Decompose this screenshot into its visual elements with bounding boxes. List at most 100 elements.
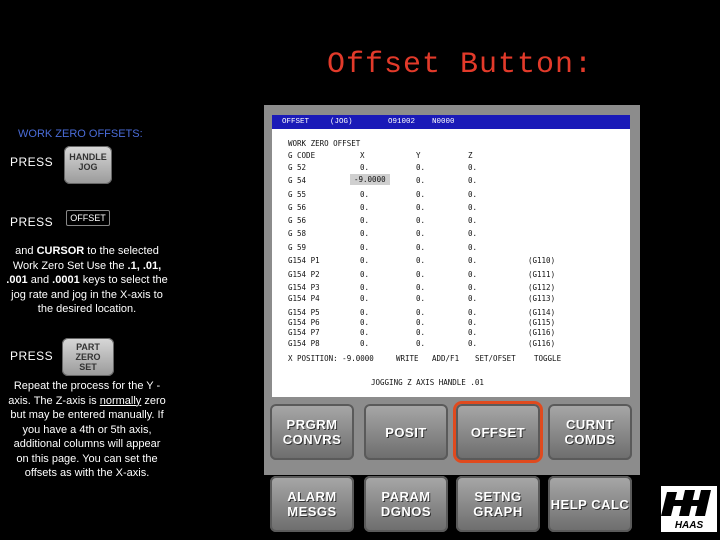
alarm-mesgs-button[interactable]: ALARM MESGS bbox=[270, 476, 354, 532]
offset-cell-y[interactable]: 0. bbox=[416, 243, 425, 252]
offset-cell-y[interactable]: 0. bbox=[416, 229, 425, 238]
offset-cell-code: G154 P6 bbox=[288, 318, 320, 327]
offset-cell-z[interactable]: 0. bbox=[468, 216, 477, 225]
offset-cell-z[interactable]: 0. bbox=[468, 283, 477, 292]
program-number: O91002 bbox=[388, 118, 416, 126]
mode-label: OFFSET bbox=[282, 118, 310, 126]
offset-cell-y[interactable]: 0. bbox=[416, 308, 425, 317]
offset-cell-z[interactable]: 0. bbox=[468, 190, 477, 199]
offset-cell-code: G 59 bbox=[288, 243, 307, 252]
offset-cell-note: (G113) bbox=[528, 294, 556, 303]
offset-cell-x[interactable]: 0. bbox=[360, 308, 369, 317]
offset-cell-z[interactable]: 0. bbox=[468, 294, 477, 303]
repeat-instructions: Repeat the process for the Y -axis. The … bbox=[8, 380, 166, 479]
offset-cell-y[interactable]: 0. bbox=[416, 270, 425, 279]
sequence-number: N0000 bbox=[432, 118, 455, 126]
offset-cell-x[interactable]: 0. bbox=[360, 328, 369, 337]
offset-cell-x[interactable]: 0. bbox=[360, 229, 369, 238]
offset-button[interactable]: OFFSET bbox=[456, 404, 540, 460]
svg-text:HAAS: HAAS bbox=[675, 520, 704, 531]
offset-cell-z[interactable]: 0. bbox=[468, 270, 477, 279]
offset-cell-code: G154 P2 bbox=[288, 270, 320, 279]
offset-cell-y[interactable]: 0. bbox=[416, 176, 425, 185]
prgrm-convrs-button[interactable]: PRGRM CONVRS bbox=[270, 404, 354, 460]
column-header: Y bbox=[416, 151, 421, 160]
offset-cell-y[interactable]: 0. bbox=[416, 339, 425, 348]
offset-cell-y[interactable]: 0. bbox=[416, 283, 425, 292]
offset-cell-code: G154 P1 bbox=[288, 256, 320, 265]
column-header: X bbox=[360, 151, 365, 160]
x-position-readout: X POSITION: -9.0000 bbox=[288, 354, 374, 363]
press-label-2: PRESS bbox=[10, 215, 54, 229]
haas-logo: HAAS bbox=[661, 486, 717, 532]
offset-cell-z[interactable]: 0. bbox=[468, 163, 477, 172]
offset-cell-z[interactable]: 0. bbox=[468, 203, 477, 212]
offset-cell-x[interactable]: 0. bbox=[360, 270, 369, 279]
offset-cell-z[interactable]: 0. bbox=[468, 256, 477, 265]
add-f1-softkey[interactable]: ADD/F1 bbox=[432, 354, 459, 363]
offset-cell-x[interactable]: 0. bbox=[360, 294, 369, 303]
column-header: G CODE bbox=[288, 151, 316, 160]
offset-cell-y[interactable]: 0. bbox=[416, 216, 425, 225]
offset-cell-x[interactable]: 0. bbox=[360, 203, 369, 212]
offset-cell-code: G154 P5 bbox=[288, 308, 320, 317]
handle-jog-key: HANDLE JOG bbox=[64, 146, 112, 184]
offset-cell-note: (G111) bbox=[528, 270, 556, 279]
offset-cell-x[interactable]: 0. bbox=[360, 163, 369, 172]
offset-cell-y[interactable]: 0. bbox=[416, 294, 425, 303]
curnt-comds-button[interactable]: CURNT COMDS bbox=[548, 404, 632, 460]
offset-cell-note: (G110) bbox=[528, 256, 556, 265]
help-calc-button[interactable]: HELP CALC bbox=[548, 476, 632, 532]
setng-graph-button[interactable]: SETNG GRAPH bbox=[456, 476, 540, 532]
press-label-3: PRESS bbox=[10, 349, 54, 363]
offset-cell-z[interactable]: 0. bbox=[468, 243, 477, 252]
offset-cell-x[interactable]: 0. bbox=[360, 190, 369, 199]
offset-cell-x[interactable]: 0. bbox=[360, 339, 369, 348]
offset-cell-code: G154 P4 bbox=[288, 294, 320, 303]
offset-cell-y[interactable]: 0. bbox=[416, 203, 425, 212]
offset-cell-x[interactable]: 0. bbox=[360, 243, 369, 252]
offset-cell-code: G154 P3 bbox=[288, 283, 320, 292]
page-title: Offset Button: bbox=[326, 48, 594, 82]
toggle-softkey[interactable]: TOGGLE bbox=[534, 354, 561, 363]
offset-cell-note: (G114) bbox=[528, 308, 556, 317]
offset-cell-z[interactable]: 0. bbox=[468, 308, 477, 317]
set-ofset-softkey[interactable]: SET/OFSET bbox=[475, 354, 516, 363]
offset-cell-x[interactable]: 0. bbox=[360, 216, 369, 225]
press-label-1: PRESS bbox=[10, 155, 54, 169]
offset-cell-code: G 58 bbox=[288, 229, 307, 238]
posit-button[interactable]: POSIT bbox=[364, 404, 448, 460]
offset-cell-y[interactable]: 0. bbox=[416, 190, 425, 199]
offset-cell-code: G 55 bbox=[288, 190, 307, 199]
offset-cell-y[interactable]: 0. bbox=[416, 318, 425, 327]
section-title: WORK ZERO OFFSET bbox=[288, 139, 361, 148]
offset-cell-z[interactable]: 0. bbox=[468, 339, 477, 348]
offset-screen: OFFSET (JOG) O91002 N0000 WORK ZERO OFFS… bbox=[272, 115, 630, 397]
offset-cell-y[interactable]: 0. bbox=[416, 328, 425, 337]
offset-cell-code: G 56 bbox=[288, 203, 307, 212]
offset-cell-note: (G116) bbox=[528, 328, 556, 337]
offset-cell-x[interactable]: -9.0000 bbox=[350, 174, 390, 185]
offset-cell-z[interactable]: 0. bbox=[468, 176, 477, 185]
offset-cell-code: G 54 bbox=[288, 176, 307, 185]
offset-cell-code: G 52 bbox=[288, 163, 307, 172]
offset-cell-y[interactable]: 0. bbox=[416, 256, 425, 265]
offset-cell-note: (G112) bbox=[528, 283, 556, 292]
offset-cell-z[interactable]: 0. bbox=[468, 229, 477, 238]
offset-cell-x[interactable]: 0. bbox=[360, 283, 369, 292]
offset-cell-z[interactable]: 0. bbox=[468, 318, 477, 327]
offset-cell-x[interactable]: 0. bbox=[360, 318, 369, 327]
column-header: Z bbox=[468, 151, 473, 160]
offset-cell-note: (G116) bbox=[528, 339, 556, 348]
write-softkey[interactable]: WRITE bbox=[396, 354, 419, 363]
offset-cell-code: G154 P8 bbox=[288, 339, 320, 348]
offset-key: OFFSET bbox=[66, 210, 110, 226]
offset-cell-y[interactable]: 0. bbox=[416, 163, 425, 172]
cursor-instructions: and CURSOR to the selected Work Zero Set… bbox=[6, 245, 168, 315]
part-zero-set-key: PART ZERO SET bbox=[62, 338, 114, 376]
jog-label: (JOG) bbox=[330, 118, 353, 126]
param-dgnos-button[interactable]: PARAM DGNOS bbox=[364, 476, 448, 532]
offset-cell-z[interactable]: 0. bbox=[468, 328, 477, 337]
offset-cell-x[interactable]: 0. bbox=[360, 256, 369, 265]
offset-cell-note: (G115) bbox=[528, 318, 556, 327]
